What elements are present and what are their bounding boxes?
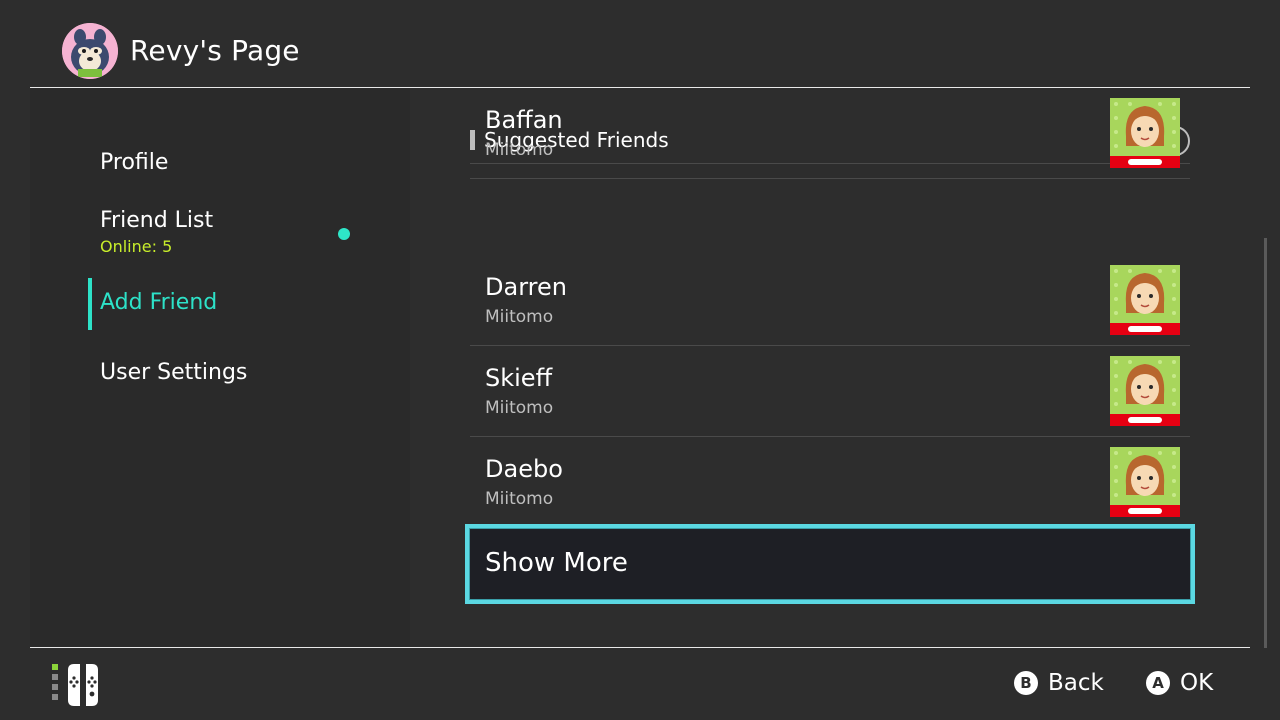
sidebar: Profile Friend List Online: 5 Add Friend… <box>30 88 410 647</box>
friend-source: Miitomo <box>485 140 554 160</box>
page-title: Revy's Page <box>130 34 300 67</box>
friend-source: Miitomo <box>485 307 554 327</box>
page-footer: B Back A OK <box>0 648 1280 720</box>
user-avatar-icon[interactable] <box>62 23 118 79</box>
sidebar-item-user-settings[interactable]: User Settings <box>100 360 247 385</box>
a-button-icon: A <box>1146 671 1170 695</box>
ok-button[interactable]: A OK <box>1146 670 1213 696</box>
sidebar-item-add-friend[interactable]: Add Friend <box>100 290 217 315</box>
friend-row[interactable]: Skieff Miitomo <box>470 346 1190 437</box>
friend-name: Daebo <box>485 455 563 483</box>
back-label: Back <box>1048 670 1104 696</box>
show-more-button[interactable]: Show More <box>465 524 1195 604</box>
friend-name: Darren <box>485 273 567 301</box>
ok-label: OK <box>1180 670 1214 696</box>
friend-row[interactable]: Daebo Miitomo <box>470 437 1190 528</box>
joycon-controller-icon <box>52 662 114 708</box>
friend-row[interactable]: Darren Miitomo <box>470 255 1190 346</box>
mii-avatar-icon <box>1110 98 1180 168</box>
online-indicator-icon <box>338 228 350 240</box>
friend-row[interactable]: Baffan Miitomo <box>470 88 1190 179</box>
mii-avatar-icon <box>1110 447 1180 517</box>
mii-avatar-icon <box>1110 356 1180 426</box>
friend-source: Miitomo <box>485 398 554 418</box>
page-header: Revy's Page <box>0 0 1280 88</box>
sidebar-item-friend-list[interactable]: Friend List Online: 5 <box>100 208 213 256</box>
online-count: Online: 5 <box>100 237 173 256</box>
back-button[interactable]: B Back <box>1014 670 1104 696</box>
mii-avatar-icon <box>1110 265 1180 335</box>
scrollbar[interactable] <box>1264 238 1267 648</box>
sidebar-item-label: Friend List <box>100 208 214 233</box>
main-content: Suggested Friends ? Darren Miitomo <box>410 88 1280 647</box>
b-button-icon: B <box>1014 671 1038 695</box>
friend-name: Baffan <box>485 106 563 134</box>
selection-indicator <box>88 278 92 330</box>
show-more-label: Show More <box>485 548 628 578</box>
sidebar-item-profile[interactable]: Profile <box>100 150 168 175</box>
friend-source: Miitomo <box>485 489 554 509</box>
friend-name: Skieff <box>485 364 553 392</box>
